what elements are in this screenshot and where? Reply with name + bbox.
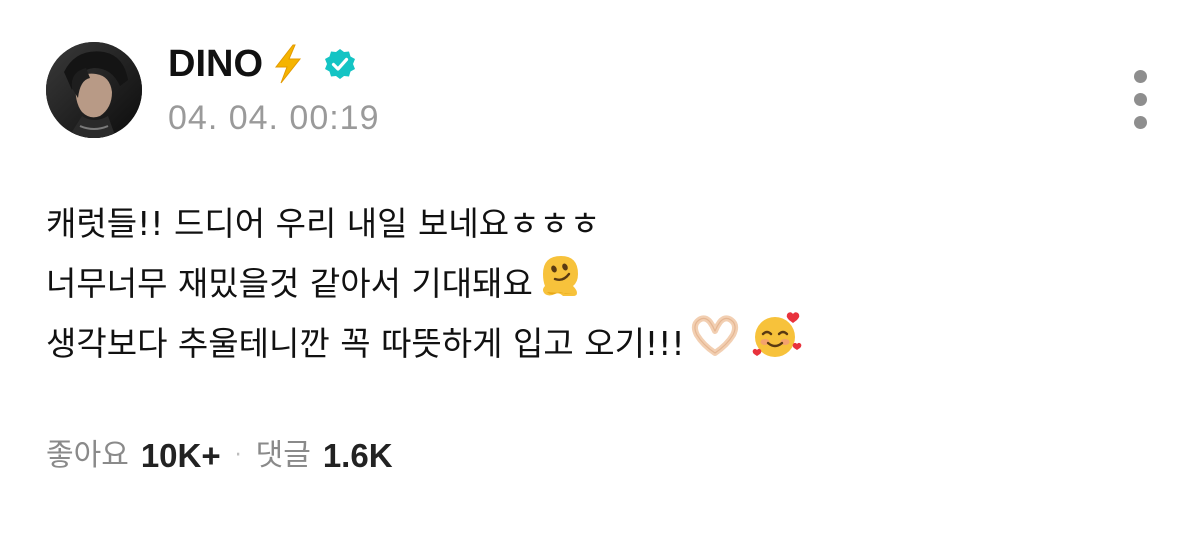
more-dot-icon <box>1134 93 1147 106</box>
melting-face-icon <box>537 252 583 317</box>
avatar[interactable] <box>46 42 142 138</box>
post-body-line: 생각보다 추울테니깐 꼭 따뜻하게 입고 오기!!! <box>46 311 1146 376</box>
stats-separator: · <box>234 443 242 468</box>
post-body-text: 생각보다 추울테니깐 꼭 따뜻하게 입고 오기!!! <box>46 324 685 363</box>
post-body-line: 캐럿들!! 드디어 우리 내일 보네요ㅎㅎㅎ <box>46 194 1146 254</box>
more-dot-icon <box>1134 70 1147 83</box>
comments-count[interactable]: 1.6K <box>323 436 393 476</box>
heart-hands-icon <box>689 313 741 376</box>
author-name[interactable]: DINO <box>168 42 263 86</box>
likes-label[interactable]: 좋아요 <box>46 436 129 476</box>
post-body-line: 너무너무 재밌을것 같아서 기대돼요 <box>46 254 1146 314</box>
author-name-row: DINO <box>168 42 357 86</box>
post-body-text: 캐럿들!! 드디어 우리 내일 보네요ㅎㅎㅎ <box>46 204 601 243</box>
smiling-face-with-hearts-icon <box>751 310 803 379</box>
post-timestamp: 04. 04. 00:19 <box>168 99 380 137</box>
verified-badge-icon <box>323 47 357 81</box>
more-dot-icon <box>1134 116 1147 129</box>
post-body: 캐럿들!! 드디어 우리 내일 보네요ㅎㅎㅎ 너무너무 재밌을것 같아서 기대돼… <box>46 194 1146 374</box>
post-body-text: 너무너무 재밌을것 같아서 기대돼요 <box>46 264 533 303</box>
likes-count[interactable]: 10K+ <box>141 436 221 476</box>
lightning-icon <box>271 44 305 84</box>
more-options-button[interactable] <box>1124 66 1158 132</box>
comments-label[interactable]: 댓글 <box>256 436 311 476</box>
post-card: DINO 04. 04. 00:19 캐럿들!! 드디어 우리 내일 보네요ㅎㅎ… <box>0 0 1200 536</box>
avatar-image <box>46 42 142 138</box>
post-stats: 좋아요 10K+ · 댓글 1.6K <box>46 436 393 476</box>
